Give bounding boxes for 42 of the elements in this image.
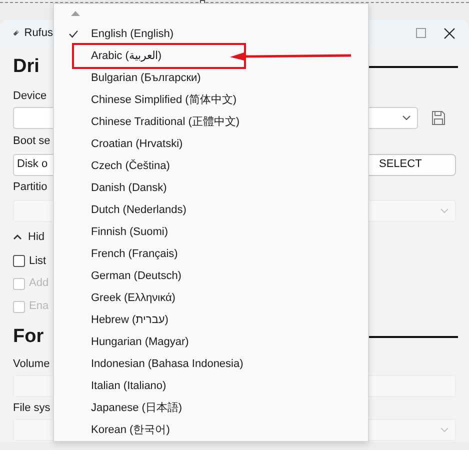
maximize-icon <box>416 28 426 38</box>
advanced-toggle[interactable]: Hid <box>13 228 45 246</box>
checkbox[interactable] <box>13 255 25 267</box>
menu-item[interactable]: Danish (Dansk) <box>91 180 167 196</box>
checkbox-label: List <box>29 254 46 269</box>
menu-item[interactable]: Hungarian (Magyar) <box>91 334 189 350</box>
menu-item[interactable]: English (English) <box>91 26 174 42</box>
menu-item[interactable]: Arabic (العربية) <box>88 46 165 66</box>
field-label: Partitio <box>13 180 48 196</box>
section-heading: Dri <box>13 54 40 79</box>
menu-item[interactable]: Czech (Čeština) <box>91 158 170 174</box>
field-label: Volume <box>13 357 50 372</box>
menu-item[interactable]: Chinese Simplified (简体中文) <box>91 92 236 108</box>
menu-item[interactable]: Japanese (日本語) <box>91 400 182 416</box>
chevron-down-icon <box>440 427 449 433</box>
menu-item[interactable]: Italian (Italiano) <box>91 378 166 394</box>
checkbox-label: Ena <box>29 299 49 314</box>
menu-item[interactable]: Korean (한국어) <box>91 422 170 438</box>
chevron-down-icon <box>440 208 449 214</box>
menu-item[interactable]: Hebrew (עברית) <box>91 312 168 328</box>
field-label: Device <box>13 89 47 104</box>
menu-item[interactable]: Chinese Traditional (正體中文) <box>91 114 240 130</box>
window-title: Rufus <box>24 26 53 41</box>
section-heading: For <box>13 324 44 349</box>
menu-item[interactable]: German (Deutsch) <box>91 268 182 284</box>
menu-item[interactable]: Croatian (Hrvatski) <box>91 136 183 152</box>
save-icon <box>432 110 445 124</box>
chevron-down-icon <box>402 114 411 120</box>
select-button[interactable]: SELECT <box>369 154 456 176</box>
boot-selection-dropdown[interactable]: Disk o <box>13 154 53 176</box>
scroll-up-icon <box>71 11 80 16</box>
field-label: File sys <box>13 400 50 416</box>
menu-item[interactable]: Dutch (Nederlands) <box>91 202 186 218</box>
checkbox-label: Add <box>29 276 49 292</box>
field-label: Boot se <box>13 134 50 149</box>
close-icon <box>444 28 455 38</box>
menu-item[interactable]: Finnish (Suomi) <box>91 224 168 240</box>
menu-item[interactable]: Greek (Ελληνικά) <box>91 290 176 306</box>
chevron-up-icon <box>13 234 22 240</box>
menu-item[interactable]: Indonesian (Bahasa Indonesia) <box>91 356 244 372</box>
menu-item[interactable]: French (Français) <box>91 246 178 262</box>
menu-item[interactable]: Bulgarian (Български) <box>91 70 201 86</box>
